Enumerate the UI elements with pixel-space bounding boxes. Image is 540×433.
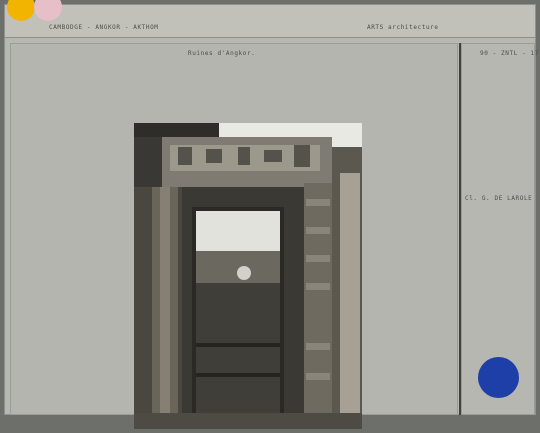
header-strip: CAMBODGE - ANGKOR - AKTHOM ARTS architec…	[5, 0, 535, 38]
category-label: ARTS architecture	[367, 24, 439, 31]
location-label: CAMBODGE - ANGKOR - AKTHOM	[49, 24, 159, 31]
photo-graphic	[134, 123, 362, 429]
pink-sticker	[34, 0, 62, 21]
photo-credit: Cl. G. DE LAROLE	[465, 195, 533, 202]
photo-mount-panel: Ruines d'Angkor.	[10, 43, 458, 429]
yellow-sticker	[7, 0, 35, 21]
reference-number: 90 - ZNTL - 17	[480, 50, 539, 57]
photo-caption: Ruines d'Angkor.	[188, 50, 256, 57]
blue-sticker	[478, 357, 519, 398]
archive-card: CAMBODGE - ANGKOR - AKTHOM ARTS architec…	[4, 0, 539, 429]
temple-doorway-photo	[134, 123, 362, 429]
